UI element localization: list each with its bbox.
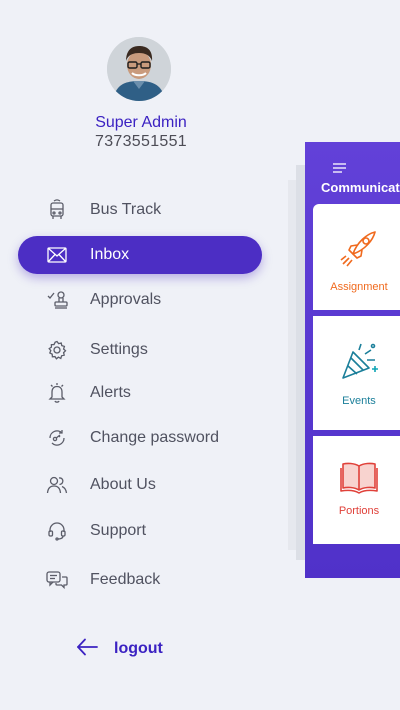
menu-item-settings[interactable]: Settings	[18, 331, 262, 369]
users-icon	[46, 474, 68, 496]
bell-icon	[46, 382, 68, 404]
app-preview-panel[interactable]: Communicat Assignment Events Portions	[305, 142, 400, 578]
card-label: Events	[342, 395, 376, 407]
menu-item-about-us[interactable]: About Us	[18, 466, 262, 504]
party-popper-icon	[337, 340, 381, 389]
menu-item-bus-track[interactable]: Bus Track	[18, 191, 262, 229]
logout-label: logout	[114, 640, 163, 657]
menu-item-alerts[interactable]: Alerts	[18, 374, 262, 412]
user-name: Super Admin	[95, 114, 187, 131]
menu-item-change-password[interactable]: Change password	[18, 419, 262, 457]
menu-item-label: Feedback	[90, 571, 161, 588]
card-events[interactable]: Events	[313, 316, 400, 430]
menu-item-label: Inbox	[90, 246, 130, 263]
menu-item-support[interactable]: Support	[18, 512, 262, 550]
mail-icon	[46, 244, 68, 266]
card-assignment[interactable]: Assignment	[313, 204, 400, 310]
feedback-chat-icon	[46, 569, 68, 591]
rocket-icon	[337, 226, 381, 275]
menu-item-inbox[interactable]: Inbox	[18, 236, 262, 274]
key-refresh-icon	[46, 427, 68, 449]
arrow-left-icon	[76, 638, 98, 661]
approval-stamp-icon	[46, 289, 68, 311]
menu-item-label: Alerts	[90, 384, 131, 401]
menu-item-label: About Us	[90, 476, 156, 493]
card-portions[interactable]: Portions	[313, 436, 400, 544]
logout-button[interactable]: logout	[76, 636, 163, 662]
menu-item-label: Support	[90, 522, 147, 539]
menu-item-feedback[interactable]: Feedback	[18, 561, 262, 599]
card-label: Assignment	[330, 281, 388, 293]
menu-item-label: Bus Track	[90, 201, 162, 218]
headset-icon	[46, 520, 68, 542]
book-icon	[339, 460, 379, 499]
gear-icon	[46, 339, 68, 361]
card-label: Portions	[338, 505, 380, 517]
menu-item-label: Change password	[90, 429, 219, 446]
bus-icon	[46, 199, 68, 221]
avatar[interactable]	[107, 37, 171, 101]
menu-item-approvals[interactable]: Approvals	[18, 281, 262, 319]
user-phone: 7373551551	[95, 133, 187, 150]
hamburger-menu-icon[interactable]	[333, 160, 347, 178]
menu-item-label: Settings	[90, 341, 148, 358]
preview-title: Communicat	[321, 180, 400, 195]
menu-item-label: Approvals	[90, 291, 162, 308]
